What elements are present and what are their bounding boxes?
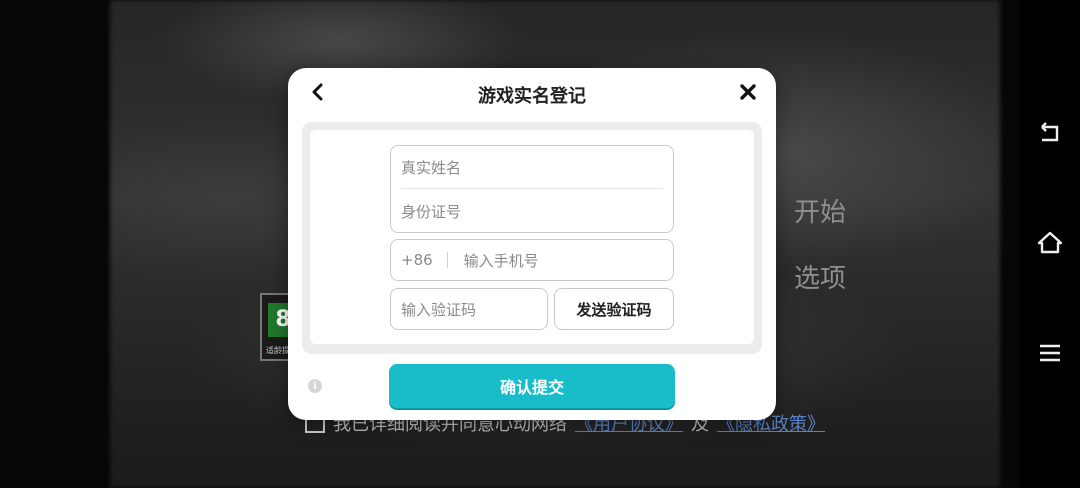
country-code: +86 xyxy=(401,251,433,269)
menu-start[interactable]: 开始 xyxy=(794,192,846,229)
phone-divider xyxy=(446,252,448,268)
real-name-placeholder: 真实姓名 xyxy=(401,158,462,177)
dialog-title: 游戏实名登记 xyxy=(478,86,586,107)
info-icon[interactable]: i xyxy=(308,379,322,393)
submit-button[interactable]: 确认提交 xyxy=(389,364,675,408)
id-number-input[interactable]: 身份证号 xyxy=(401,190,663,232)
form-panel: 真实姓名 身份证号 +86 输入手机号 输入验证码 发送验证码 xyxy=(302,122,762,354)
back-nav-icon[interactable] xyxy=(1034,118,1066,150)
code-placeholder: 输入验证码 xyxy=(401,300,477,319)
identity-field-group: 真实姓名 身份证号 xyxy=(390,145,674,233)
verification-code-input[interactable]: 输入验证码 xyxy=(390,288,548,330)
real-name-input[interactable]: 真实姓名 xyxy=(401,146,663,189)
id-number-placeholder: 身份证号 xyxy=(401,202,462,221)
menu-options[interactable]: 选项 xyxy=(794,258,846,295)
form-inner: 真实姓名 身份证号 +86 输入手机号 输入验证码 发送验证码 xyxy=(310,130,754,344)
send-code-button[interactable]: 发送验证码 xyxy=(554,288,674,330)
phone-input[interactable]: +86 输入手机号 xyxy=(390,239,674,281)
real-name-dialog: 游戏实名登记 真实姓名 身份证号 +86 输入手机号 输入验证码 发送验证码 i… xyxy=(288,68,776,420)
home-nav-icon[interactable] xyxy=(1034,227,1066,259)
close-icon[interactable] xyxy=(736,80,760,104)
phone-placeholder: 输入手机号 xyxy=(463,251,539,270)
menu-nav-icon[interactable] xyxy=(1034,337,1066,369)
system-nav-bar xyxy=(1020,0,1080,488)
